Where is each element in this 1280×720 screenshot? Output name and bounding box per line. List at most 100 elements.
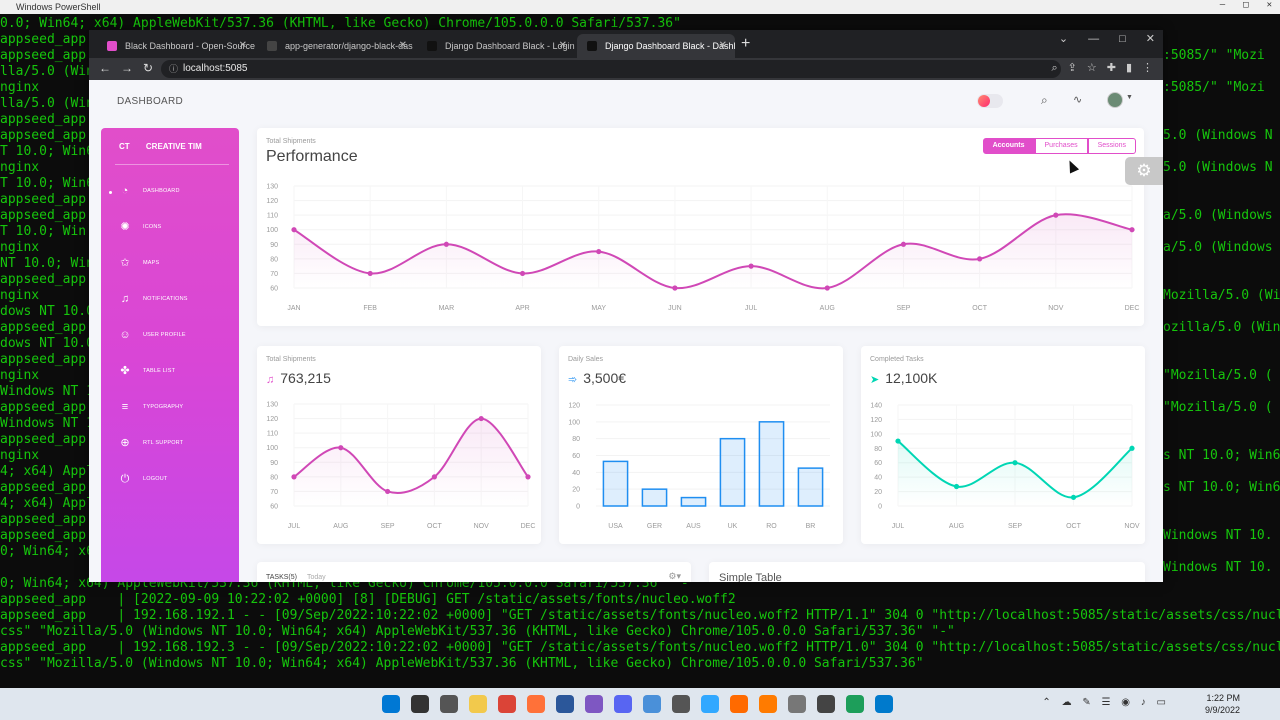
app-icon[interactable] [759,695,777,713]
sidebar-item-rtl-support[interactable]: ⊕ RTL SUPPORT [101,434,239,454]
bookmark-star-icon[interactable]: ☆ [1087,62,1097,74]
back-icon[interactable]: ← [99,61,111,75]
console-line: a/5.0 (Windows [1163,240,1273,255]
gear-icon[interactable]: ⚙▾ [668,571,681,582]
chevron-down-icon[interactable]: ▼ [1126,94,1133,101]
share-icon[interactable]: ⇪ [1068,62,1077,74]
app-icon[interactable] [730,695,748,713]
sidebar-item-label: TYPOGRAPHY [143,404,184,410]
edge-icon[interactable] [643,695,661,713]
y-tick-label: 110 [267,431,278,438]
start-icon[interactable] [382,695,400,713]
console-line: Windows NT 10. [1163,560,1273,575]
tab-close-icon[interactable]: ✕ [239,34,247,58]
settings-gear-icon[interactable]: ⚙ [1125,157,1163,185]
zoom-icon[interactable]: ⌕ [1051,62,1057,74]
reload-icon[interactable]: ↻ [143,61,153,75]
tab-search-icon[interactable]: ⌄ [1059,33,1068,45]
x-tick-label: SEP [381,523,395,530]
app-icon[interactable] [846,695,864,713]
browser-toolbar: ← → ↻ ⓘ localhost:5085 ⌕ ⇪ ☆ ✚ ▮ ⋮ [89,58,1163,80]
file-explorer-icon[interactable] [469,695,487,713]
data-point [519,270,526,277]
browser-tab[interactable]: app-generator/django-black-das ✕ [257,34,415,58]
close-icon[interactable]: ✕ [1146,33,1155,45]
y-tick-label: 60 [270,504,278,511]
tasks-tab[interactable]: TASKS(5) [266,574,297,581]
new-tab-icon[interactable]: + [741,34,750,54]
console-line: appseed_app [0,528,87,543]
sidebar-item-user-profile[interactable]: ☺ USER PROFILE [101,326,239,346]
favicon-icon [107,41,117,51]
discord-icon[interactable] [614,695,632,713]
tab-close-icon[interactable]: ✕ [719,34,727,58]
github-icon[interactable] [585,695,603,713]
system-tray[interactable]: ⌃ ☁ ✎ ☰ ◉ ♪ ▭ [1042,697,1170,708]
console-line: appseed_app [0,480,87,495]
tab-close-icon[interactable]: ✕ [399,34,407,58]
sidebar-item-notifications[interactable]: ♫ NOTIFICATIONS [101,290,239,310]
pie-chart-icon: ◔ [121,185,129,197]
task-view-icon[interactable] [440,695,458,713]
browser-tab[interactable]: Django Dashboard Black - Login ✕ [417,34,575,58]
console-line: appseed_app | 192.168.192.3 - - [09/Sep/… [0,640,1280,655]
close-icon[interactable]: ✕ [1267,0,1272,10]
terminal-icon[interactable] [672,695,690,713]
active-indicator [109,191,112,194]
bar [680,496,707,507]
data-point [478,415,484,422]
console-line: T 10.0; Win6 [0,176,94,191]
console-line: s NT 10.0; Win6 [1163,480,1280,495]
extensions-icon[interactable]: ✚ [1107,62,1116,74]
tab-close-icon[interactable]: ✕ [559,34,567,58]
sidebar-item-logout[interactable]: ⏻ LOGOUT [101,470,239,490]
data-point [672,285,678,291]
search-icon[interactable]: ⌕ [1041,93,1048,108]
minimize-icon[interactable]: — [1088,33,1099,45]
address-bar[interactable]: ⓘ localhost:5085 [161,60,1061,78]
atom-icon: ✺ [120,221,130,233]
y-tick-label: 80 [874,446,882,453]
x-tick-label: OCT [1066,523,1082,530]
activity-icon[interactable]: ∿ [1073,93,1082,106]
x-tick-label: DEC [521,523,536,530]
site-info-icon[interactable]: ⓘ [169,60,178,78]
side-panel-icon[interactable]: ▮ [1126,62,1132,74]
y-tick-label: 130 [266,402,278,409]
x-tick-label: BR [806,523,816,530]
sidebar-item-maps[interactable]: ✩ MAPS [101,254,239,274]
bar [641,488,668,507]
sidebar: CT CREATIVE TIM ◔ DASHBOARD ✺ ICONS ✩ MAPS ♫ NO… [101,128,239,582]
data-point [291,227,297,233]
monitor-icon[interactable] [788,695,806,713]
search-icon[interactable] [411,695,429,713]
sidebar-item-icons[interactable]: ✺ ICONS [101,218,239,238]
clock[interactable]: 1:22 PM 9/9/2022 [1205,692,1240,716]
menu-dots-icon[interactable]: ⋮ [1142,62,1153,74]
browser-tab[interactable]: Black Dashboard - Open-Source ✕ [97,34,255,58]
powershell-icon[interactable] [556,695,574,713]
maximize-icon[interactable]: □ [1243,0,1248,10]
firefox-icon[interactable] [527,695,545,713]
minimize-icon[interactable]: — [1220,0,1225,10]
sidebar-item-table-list[interactable]: ✤ TABLE LIST [101,362,239,382]
avatar[interactable] [1107,92,1123,108]
forward-icon[interactable]: → [121,61,133,75]
y-tick-label: 100 [266,445,278,452]
page-title[interactable]: DASHBOARD [117,96,183,107]
sidebar-item-typography[interactable]: ≡ TYPOGRAPHY [101,398,239,418]
theme-toggle[interactable] [977,94,1003,108]
x-tick-label: AUS [686,523,701,530]
vscode-icon[interactable] [875,695,893,713]
photoshop-icon[interactable] [701,695,719,713]
console-line: lla/5.0 (Win [0,64,94,79]
maximize-icon[interactable]: □ [1119,33,1126,45]
sidebar-brand[interactable]: CT CREATIVE TIM [119,142,202,151]
y-tick-label: 0 [576,504,580,511]
browser-tab[interactable]: Django Dashboard Black - Dashb ✕ [577,34,735,58]
sidebar-item-dashboard[interactable]: ◔ DASHBOARD [101,182,239,202]
chrome-icon[interactable] [498,695,516,713]
brand-name: CREATIVE TIM [145,142,202,151]
y-tick-label: 40 [874,475,882,482]
app-icon[interactable] [817,695,835,713]
